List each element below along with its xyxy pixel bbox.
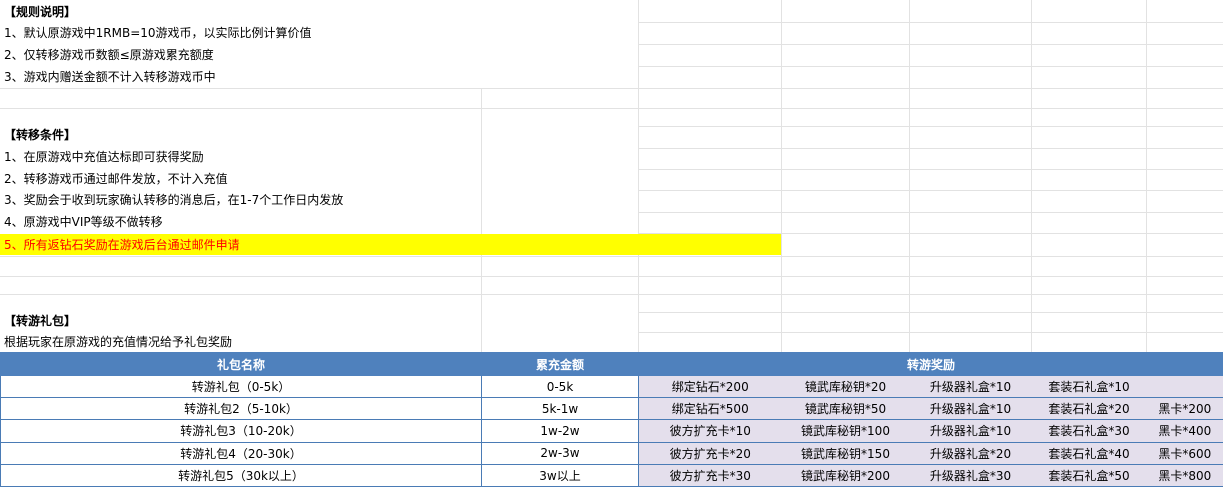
reward-cell: 黑卡*600: [1146, 441, 1223, 465]
amount-cell: 2w-3w: [481, 441, 639, 465]
header-rewards: 转游奖励: [637, 352, 1223, 376]
reward-cell: 套装石礼盒*30: [1031, 419, 1147, 443]
condition-item: 4、原游戏中VIP等级不做转移: [4, 215, 163, 229]
condition-item: 2、转移游戏币通过邮件发放，不计入充值: [4, 172, 228, 186]
reward-cell: 黑卡*800: [1146, 463, 1223, 487]
reward-cell: 升级器礼盒*20: [909, 441, 1032, 465]
reward-cell: 镜武库秘钥*20: [781, 374, 910, 399]
rule-item: 2、仅转移游戏币数额≤原游戏累充额度: [4, 48, 214, 62]
gift-name-cell: 转游礼包（0-5k）: [0, 374, 482, 399]
reward-cell: 镜武库秘钥*50: [781, 397, 910, 421]
table-row: 转游礼包2（5-10k） 5k-1w 绑定钻石*500 镜武库秘钥*50 升级器礼盒*1…: [0, 397, 1223, 421]
reward-cell: 升级器礼盒*10: [909, 397, 1032, 421]
reward-cell: 套装石礼盒*50: [1031, 463, 1147, 487]
rules-title: 【规则说明】: [4, 5, 77, 19]
reward-cell: 彼方扩充卡*20: [638, 441, 782, 465]
table-row: 转游礼包3（10-20k） 1w-2w 彼方扩充卡*10 镜武库秘钥*100 升级器礼盒…: [0, 419, 1223, 443]
gift-title: 【转游礼包】: [4, 314, 77, 328]
table-row: 转游礼包（0-5k） 0-5k 绑定钻石*200 镜武库秘钥*20 升级器礼盒*10 套装…: [0, 374, 1223, 399]
gift-table: 礼包名称 累充金额 转游奖励 转游礼包（0-5k） 0-5k 绑定钻石*200 镜武库…: [0, 352, 1223, 487]
reward-cell: 镜武库秘钥*200: [781, 463, 910, 487]
header-gift-name: 礼包名称: [0, 352, 482, 376]
reward-cell: 升级器礼盒*10: [909, 419, 1032, 443]
table-row: 转游礼包5（30k以上） 3w以上 彼方扩充卡*30 镜武库秘钥*200 升级器礼盒*3…: [0, 463, 1223, 487]
reward-cell: 套装石礼盒*40: [1031, 441, 1147, 465]
condition-item: 3、奖励会于收到玩家确认转移的消息后，在1-7个工作日内发放: [4, 193, 344, 207]
reward-cell: 镜武库秘钥*100: [781, 419, 910, 443]
reward-cell: 彼方扩充卡*10: [638, 419, 782, 443]
gift-name-cell: 转游礼包3（10-20k）: [0, 419, 482, 443]
reward-cell: 升级器礼盒*30: [909, 463, 1032, 487]
condition-item-highlight: 5、所有返钻石奖励在游戏后台通过邮件申请: [4, 238, 240, 252]
gift-name-cell: 转游礼包2（5-10k）: [0, 397, 482, 421]
gift-name-cell: 转游礼包5（30k以上）: [0, 463, 482, 487]
reward-cell: 绑定钻石*500: [638, 397, 782, 421]
reward-cell: 黑卡*400: [1146, 419, 1223, 443]
amount-cell: 1w-2w: [481, 419, 639, 443]
header-amount: 累充金额: [481, 352, 639, 376]
reward-cell: 镜武库秘钥*150: [781, 441, 910, 465]
reward-cell: 绑定钻石*200: [638, 374, 782, 399]
reward-cell: [1146, 374, 1223, 399]
reward-cell: 彼方扩充卡*30: [638, 463, 782, 487]
table-row: 转游礼包4（20-30k） 2w-3w 彼方扩充卡*20 镜武库秘钥*150 升级器礼盒…: [0, 441, 1223, 465]
conditions-title: 【转移条件】: [4, 128, 77, 142]
reward-cell: 套装石礼盒*20: [1031, 397, 1147, 421]
gift-name-cell: 转游礼包4（20-30k）: [0, 441, 482, 465]
reward-cell: 套装石礼盒*10: [1031, 374, 1147, 399]
reward-cell: 升级器礼盒*10: [909, 374, 1032, 399]
amount-cell: 5k-1w: [481, 397, 639, 421]
rule-item: 3、游戏内赠送金额不计入转移游戏币中: [4, 70, 216, 84]
table-header-row: 礼包名称 累充金额 转游奖励: [0, 352, 1223, 376]
amount-cell: 0-5k: [481, 374, 639, 399]
reward-cell: 黑卡*200: [1146, 397, 1223, 421]
amount-cell: 3w以上: [481, 463, 639, 487]
condition-item: 1、在原游戏中充值达标即可获得奖励: [4, 150, 204, 164]
gift-description: 根据玩家在原游戏的充值情况给予礼包奖励: [4, 335, 233, 349]
rule-item: 1、默认原游戏中1RMB=10游戏币，以实际比例计算价值: [4, 26, 312, 40]
